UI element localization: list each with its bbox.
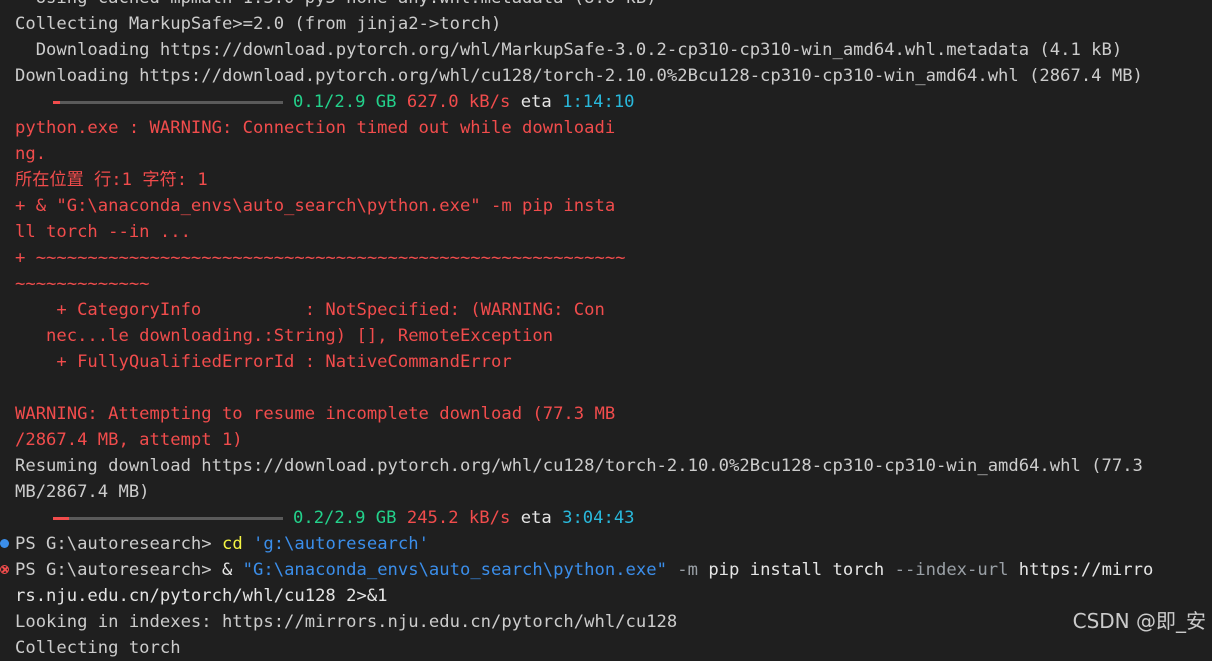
command-argument: 'g:\autoresearch'	[242, 534, 429, 554]
progress-bar-fill-1	[53, 100, 60, 104]
progress-line-2: 0.2/2.9 GB 245.2 kB/s eta 3:04:43	[0, 505, 1212, 531]
terminal-line: Downloading https://download.pytorch.org…	[15, 40, 1123, 60]
command-option: --index-url	[884, 560, 1009, 580]
error-line: ~~~~~~~~~~~~~	[15, 274, 150, 294]
eta-value-2: 3:04:43	[562, 508, 635, 528]
command-url: https://mirro	[1008, 560, 1154, 580]
progress-amount-2: 0.2/2.9 GB	[293, 508, 397, 528]
terminal-line: MB/2867.4 MB)	[15, 482, 150, 502]
progress-speed-1: 627.0 kB/s	[406, 92, 511, 112]
command-success-icon[interactable]	[0, 539, 9, 548]
progress-bar-2	[53, 516, 283, 520]
terminal-line: Looking in indexes: https://mirrors.nju.…	[15, 612, 678, 632]
eta-label-1: eta	[520, 92, 552, 112]
prompt-text: PS G:\autoresearch>	[15, 560, 222, 580]
error-line: + FullyQualifiedErrorId : NativeCommandE…	[15, 352, 512, 372]
progress-speed-2: 245.2 kB/s	[406, 508, 511, 528]
error-line: + CategoryInfo : NotSpecified: (WARNING:…	[15, 300, 605, 320]
eta-label-2: eta	[520, 508, 552, 528]
warning-line: /2867.4 MB, attempt 1)	[15, 430, 243, 450]
call-operator: &	[221, 560, 243, 580]
terminal-line: Collecting MarkupSafe>=2.0 (from jinja2-…	[15, 14, 502, 34]
error-line: ng.	[15, 144, 47, 164]
error-line: nec...le downloading.:String) [], Remote…	[15, 326, 554, 346]
prompt-line-cd: PS G:\autoresearch> cd 'g:\autoresearch'	[0, 531, 1212, 557]
eta-value-1: 1:14:10	[562, 92, 635, 112]
progress-bar-fill-2	[53, 516, 70, 520]
command-name: cd	[221, 534, 243, 554]
progress-line-1: 0.1/2.9 GB 627.0 kB/s eta 1:14:10	[0, 89, 1212, 115]
terminal-line: Using cached mpmath-1.3.0-py3-none-any.w…	[0, 0, 1212, 11]
progress-amount-1: 0.1/2.9 GB	[293, 92, 397, 112]
error-line: python.exe : WARNING: Connection timed o…	[15, 118, 616, 138]
prompt-text: PS G:\autoresearch>	[15, 534, 222, 554]
progress-bar-1	[53, 100, 283, 104]
terminal-output[interactable]: Using cached mpmath-1.3.0-py3-none-any.w…	[0, 0, 1212, 661]
error-line: ll torch --in ...	[15, 222, 191, 242]
prompt-line-pip: PS G:\autoresearch> & "G:\anaconda_envs\…	[0, 557, 1212, 583]
executable-path: "G:\anaconda_envs\auto_search\python.exe…	[242, 560, 667, 580]
command-args: pip install torch	[697, 560, 885, 580]
watermark: CSDN @即_安	[1072, 609, 1206, 633]
command-flag: -m	[666, 560, 698, 580]
terminal-line: Collecting torch	[15, 638, 181, 658]
warning-line: WARNING: Attempting to resume incomplete…	[15, 404, 616, 424]
error-line: 所在位置 行:1 字符: 1	[15, 170, 208, 190]
command-continuation: rs.nju.edu.cn/pytorch/whl/cu128 2>&1	[15, 586, 388, 606]
command-error-icon[interactable]	[0, 565, 9, 574]
terminal-line: Resuming download https://download.pytor…	[15, 456, 1143, 476]
terminal-line: Downloading https://download.pytorch.org…	[15, 66, 1143, 86]
error-line: + & "G:\anaconda_envs\auto_search\python…	[15, 196, 616, 216]
error-line: + ~~~~~~~~~~~~~~~~~~~~~~~~~~~~~~~~~~~~~~…	[15, 248, 626, 268]
